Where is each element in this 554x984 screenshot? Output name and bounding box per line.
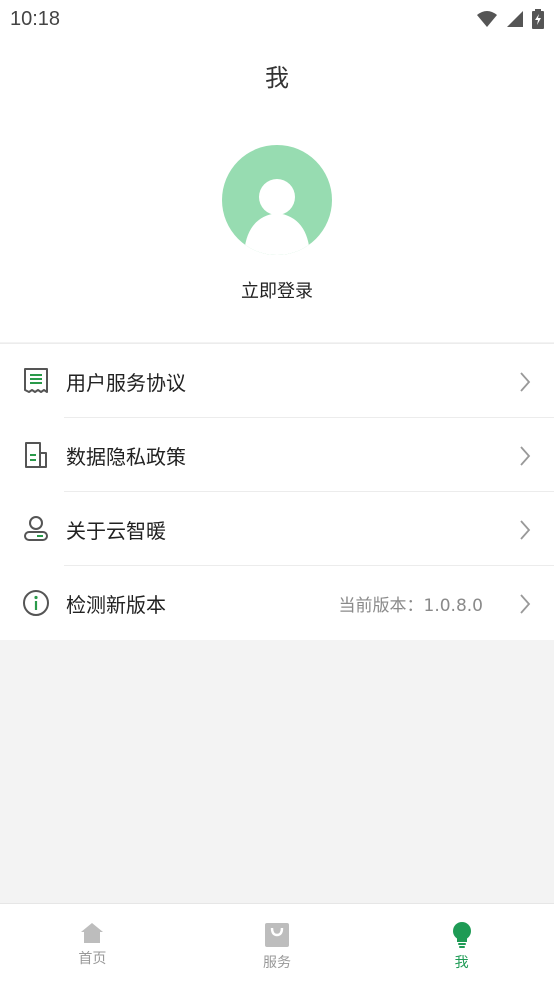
menu-item-label: 用户服务协议	[66, 370, 186, 395]
nav-item-service[interactable]: 服务	[185, 904, 370, 984]
menu-item-privacy-policy[interactable]: 数据隐私政策	[0, 418, 554, 492]
user-silhouette-icon	[244, 179, 310, 255]
nav-label: 我	[454, 955, 469, 971]
status-bar: 10:18	[0, 0, 554, 38]
menu-list: 用户服务协议 数据隐私政策 关于云智暖 检测新版本 当前版本：1.0.8.0	[0, 343, 554, 640]
nav-item-me[interactable]: 我	[369, 904, 554, 984]
wifi-icon	[477, 11, 497, 27]
login-link[interactable]: 立即登录	[0, 277, 554, 303]
chevron-right-icon	[520, 372, 531, 392]
avatar[interactable]	[222, 145, 332, 255]
signal-icon	[507, 11, 523, 27]
menu-item-label: 检测新版本	[66, 592, 166, 617]
menu-item-about[interactable]: 关于云智暖	[0, 492, 554, 566]
nav-label: 服务	[263, 955, 291, 971]
version-value: 当前版本：1.0.8.0	[338, 595, 483, 616]
info-icon	[23, 590, 49, 616]
nav-label: 首页	[78, 951, 107, 967]
receipt-icon	[24, 368, 48, 393]
status-icons	[476, 9, 544, 29]
page-title: 我	[265, 64, 289, 92]
chevron-right-icon	[520, 446, 531, 466]
chevron-right-icon	[520, 594, 531, 614]
nav-item-home[interactable]: 首页	[0, 904, 185, 984]
user-card-icon	[24, 516, 48, 541]
chevron-right-icon	[520, 520, 531, 540]
screen: 10:18 我 立即登录 用户服务协议 数据隐私政策 关于云智暖 检测新版本 当…	[0, 0, 554, 984]
menu-item-label: 数据隐私政策	[66, 444, 186, 469]
document-icon	[25, 442, 47, 468]
menu-item-check-update[interactable]: 检测新版本 当前版本：1.0.8.0	[0, 566, 554, 640]
status-time: 10:18	[10, 7, 61, 30]
menu-item-label: 关于云智暖	[66, 518, 166, 543]
bag-icon	[265, 923, 289, 947]
bulb-icon	[452, 922, 471, 948]
bottom-nav: 首页 服务 我	[0, 903, 554, 984]
battery-icon	[532, 9, 544, 29]
home-icon	[81, 923, 104, 943]
menu-item-user-agreement[interactable]: 用户服务协议	[0, 344, 554, 418]
